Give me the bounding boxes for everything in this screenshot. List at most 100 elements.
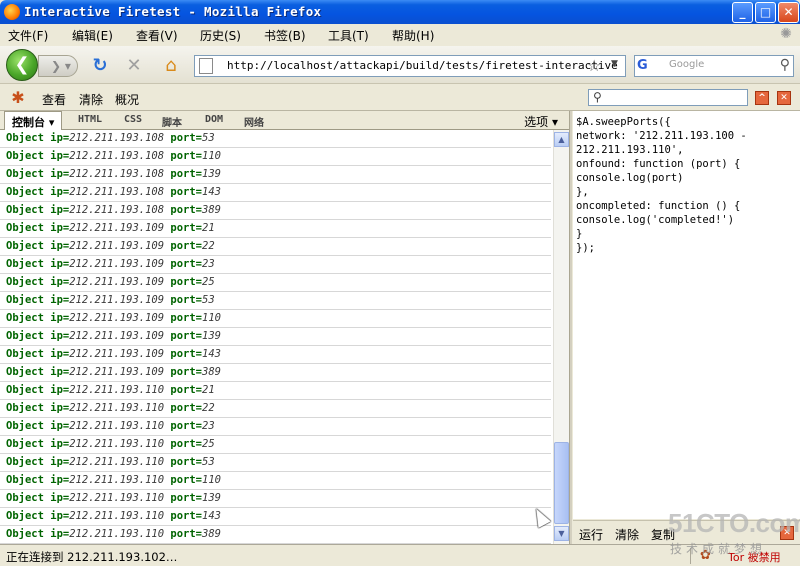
code-line: } — [576, 228, 583, 240]
log-row[interactable]: Object ip=212.211.193.110 port=22 — [0, 400, 551, 418]
log-row[interactable]: Object ip=212.211.193.110 port=23 — [0, 418, 551, 436]
log-row[interactable]: Object ip=212.211.193.110 port=139 — [0, 490, 551, 508]
log-row[interactable]: Object ip=212.211.193.109 port=23 — [0, 256, 551, 274]
log-port-label: port= — [170, 348, 202, 360]
log-row[interactable]: Object ip=212.211.193.109 port=110 — [0, 310, 551, 328]
search-bar[interactable]: G Google ⚲ — [634, 55, 794, 77]
search-input[interactable]: Google — [669, 59, 704, 70]
search-icon: ⚲ — [593, 90, 602, 104]
watermark-tagline: 技术成就梦想 — [670, 542, 767, 556]
code-line: console.log('completed!') — [576, 214, 735, 226]
log-ip-value: 212.211.193.109 — [69, 330, 165, 342]
menu-edit[interactable]: 编辑(E) — [72, 27, 113, 44]
menu-history[interactable]: 历史(S) — [200, 27, 241, 44]
firebug-clear-button[interactable]: 清除 — [79, 91, 103, 108]
log-object-label: Object — [6, 186, 44, 198]
stop-icon[interactable]: ✕ — [124, 56, 144, 76]
options-menu[interactable]: 选项 ▾ — [524, 113, 558, 130]
log-object-label: Object — [6, 420, 44, 432]
console-scrollbar[interactable]: ▲ ▼ — [553, 130, 569, 544]
log-port-label: port= — [170, 402, 202, 414]
code-line: console.log(port) — [576, 172, 684, 184]
menu-bookmarks[interactable]: 书签(B) — [264, 27, 306, 44]
log-row[interactable]: Object ip=212.211.193.110 port=143 — [0, 508, 551, 526]
console-log-panel[interactable]: Object ip=212.211.193.108 port=53 Object … — [0, 130, 555, 544]
log-row[interactable]: Object ip=212.211.193.110 port=25 — [0, 436, 551, 454]
bookmark-star-icon[interactable]: ☆ — [587, 56, 601, 75]
clear-button[interactable]: 清除 — [615, 526, 639, 543]
log-row[interactable]: Object ip=212.211.193.109 port=25 — [0, 274, 551, 292]
run-button[interactable]: 运行 — [579, 526, 603, 543]
log-row[interactable]: Object ip=212.211.193.108 port=143 — [0, 184, 551, 202]
log-port-label: port= — [170, 384, 202, 396]
log-row[interactable]: Object ip=212.211.193.108 port=53 — [0, 130, 551, 148]
tab-console[interactable]: 控制台 ▾ — [4, 111, 63, 130]
home-icon[interactable]: ⌂ — [160, 55, 182, 77]
log-row[interactable]: Object ip=212.211.193.108 port=139 — [0, 166, 551, 184]
command-editor[interactable]: $A.sweepPorts({network: '212.211.193.100… — [573, 111, 800, 519]
firebug-bug-icon[interactable]: ✱ — [8, 88, 28, 108]
log-port-value: 139 — [202, 492, 221, 504]
panel-splitter[interactable] — [569, 111, 572, 544]
log-ip-value: 212.211.193.108 — [69, 186, 165, 198]
log-object-label: Object — [6, 276, 44, 288]
log-row[interactable]: Object ip=212.211.193.108 port=110 — [0, 148, 551, 166]
log-row[interactable]: Object ip=212.211.193.110 port=21 — [0, 382, 551, 400]
forward-dropdown-icon: ❯ ▾ — [51, 59, 71, 73]
search-engine-icon[interactable]: G — [637, 58, 663, 74]
log-object-label: Object — [6, 150, 44, 162]
menu-view[interactable]: 查看(V) — [136, 27, 178, 44]
log-port-value: 110 — [202, 150, 221, 162]
log-ip-value: 212.211.193.109 — [69, 240, 165, 252]
firebug-detach-icon[interactable]: ^ — [755, 91, 769, 105]
firebug-inspect-button[interactable]: 查看 — [42, 91, 66, 108]
log-port-value: 21 — [202, 222, 215, 234]
scroll-down-icon[interactable]: ▼ — [554, 526, 569, 541]
minimize-button[interactable]: _ — [732, 2, 753, 23]
tab-script[interactable]: 脚本 — [162, 114, 182, 129]
close-button[interactable]: ✕ — [778, 2, 799, 23]
log-row[interactable]: Object ip=212.211.193.109 port=143 — [0, 346, 551, 364]
tab-html[interactable]: HTML — [78, 114, 102, 125]
tab-net[interactable]: 网络 — [244, 114, 264, 129]
url-text[interactable]: http://localhost/attackapi/build/tests/f… — [227, 59, 618, 72]
firebug-search-input[interactable]: ⚲ — [588, 89, 748, 106]
firebug-close-icon[interactable]: ✕ — [777, 91, 791, 105]
menu-tools[interactable]: 工具(T) — [328, 27, 369, 44]
log-row[interactable]: Object ip=212.211.193.108 port=389 — [0, 202, 551, 220]
log-port-value: 389 — [202, 204, 221, 216]
tab-css[interactable]: CSS — [124, 114, 142, 125]
menu-bar: 文件(F) 编辑(E) 查看(V) 历史(S) 书签(B) 工具(T) 帮助(H… — [0, 24, 800, 46]
log-row[interactable]: Object ip=212.211.193.110 port=110 — [0, 472, 551, 490]
log-row[interactable]: Object ip=212.211.193.110 port=53 — [0, 454, 551, 472]
log-row[interactable]: Object ip=212.211.193.109 port=53 — [0, 292, 551, 310]
maximize-button[interactable]: □ — [755, 2, 776, 23]
forward-button[interactable]: ❯ ▾ — [38, 55, 78, 77]
tab-dom[interactable]: DOM — [205, 114, 223, 125]
reload-icon[interactable]: ↻ — [90, 56, 110, 76]
log-ip-label: ip= — [50, 132, 70, 144]
log-row[interactable]: Object ip=212.211.193.110 port=389 — [0, 526, 551, 544]
log-row[interactable]: Object ip=212.211.193.109 port=21 — [0, 220, 551, 238]
firebug-profile-button[interactable]: 概况 — [115, 91, 139, 108]
code-line: $A.sweepPorts({ — [576, 116, 671, 128]
log-object-label: Object — [6, 168, 44, 180]
scroll-thumb[interactable] — [554, 442, 569, 524]
menu-help[interactable]: 帮助(H) — [392, 27, 434, 44]
url-dropdown-icon[interactable]: ▼ — [611, 59, 618, 69]
log-port-label: port= — [170, 438, 202, 450]
menu-file[interactable]: 文件(F) — [8, 27, 48, 44]
log-row[interactable]: Object ip=212.211.193.109 port=139 — [0, 328, 551, 346]
log-ip-label: ip= — [50, 456, 70, 468]
back-button[interactable]: ❮ — [6, 49, 38, 81]
log-port-label: port= — [170, 456, 202, 468]
log-ip-value: 212.211.193.108 — [69, 132, 165, 144]
scroll-up-icon[interactable]: ▲ — [554, 132, 569, 147]
log-port-value: 22 — [202, 240, 215, 252]
log-ip-label: ip= — [50, 474, 70, 486]
search-magnifier-icon[interactable]: ⚲ — [780, 57, 790, 73]
log-row[interactable]: Object ip=212.211.193.109 port=22 — [0, 238, 551, 256]
log-row[interactable]: Object ip=212.211.193.109 port=389 — [0, 364, 551, 382]
log-port-label: port= — [170, 132, 202, 144]
url-bar[interactable]: http://localhost/attackapi/build/tests/f… — [194, 55, 626, 77]
